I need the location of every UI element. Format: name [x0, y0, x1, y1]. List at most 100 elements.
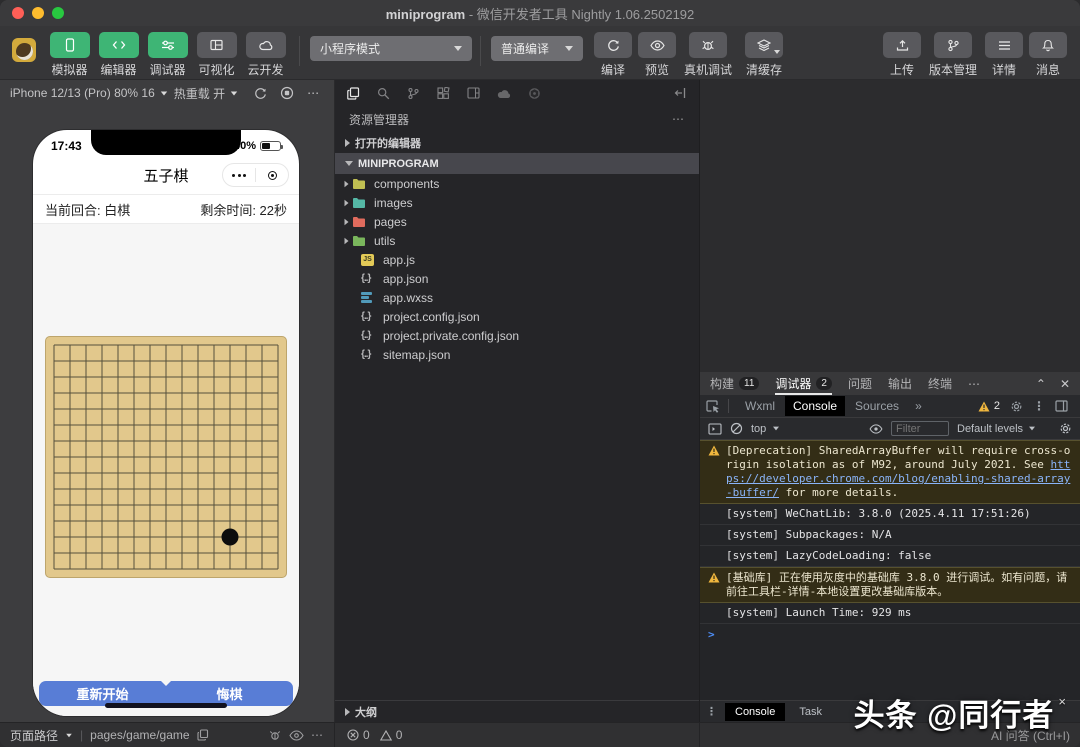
phone-stage: 17:43 40% 五子棋 当前回合: 白棋 剩余时间: 22秒 重新开始 悔棋 [0, 106, 334, 722]
tree-file-project-config[interactable]: {..} project.config.json [335, 307, 699, 326]
clear-cache-button[interactable]: 清缓存 [737, 32, 791, 78]
devtools-tab-console[interactable]: Console [785, 396, 846, 416]
simulator-more-button[interactable]: ⋯ [303, 86, 324, 100]
clear-console-icon[interactable] [730, 422, 743, 435]
tab-output[interactable]: 输出 [888, 372, 912, 395]
json-file-icon: {..} [361, 330, 371, 341]
drawer-menu-icon[interactable]: ⋮ [706, 705, 717, 718]
stop-simulator-button[interactable] [277, 86, 298, 100]
page-path-value: pages/game/game [90, 728, 190, 742]
compile-mode-dropdown[interactable]: 普通编译 [491, 36, 583, 61]
tab-build[interactable]: 构建 11 [710, 372, 760, 395]
tree-file-project-private-config[interactable]: {..} project.private.config.json [335, 326, 699, 345]
tree-folder-pages[interactable]: pages [335, 212, 699, 231]
close-miniprogram-button[interactable] [256, 170, 288, 180]
devtools-tab-sources[interactable]: Sources [847, 396, 907, 416]
messages-button[interactable]: 消息 [1026, 32, 1070, 78]
device-dropdown[interactable]: iPhone 12/13 (Pro) 80% 16 [10, 86, 168, 100]
warning-icon [708, 445, 720, 456]
devtools-settings-icon[interactable] [1010, 400, 1023, 413]
drawer-tab-console[interactable]: Console [725, 702, 786, 721]
debugger-toggle-button[interactable]: 调试器 [144, 32, 191, 78]
console-sidebar-toggle-icon[interactable] [708, 422, 722, 435]
log-levels-dropdown[interactable]: Default levels [957, 423, 1036, 435]
copy-icon[interactable] [196, 729, 209, 741]
npm-package-icon[interactable] [528, 87, 541, 100]
javascript-file-icon: JS [361, 253, 376, 266]
drawer-tab-task[interactable]: Task [789, 703, 832, 721]
console-settings-icon[interactable] [1059, 422, 1072, 435]
frame-context-dropdown[interactable]: top [751, 423, 861, 435]
tab-problems[interactable]: 问题 [848, 372, 872, 395]
tree-file-app-json[interactable]: {..} app.json [335, 269, 699, 288]
devtools-more-tabs-button[interactable]: » [909, 399, 928, 413]
simulator-toggle-button[interactable]: 模拟器 [46, 32, 93, 78]
tabs-more-button[interactable]: ⋯ [968, 377, 981, 391]
tab-terminal[interactable]: 终端 [928, 372, 952, 395]
page-path-dropdown[interactable]: 页面路径 [10, 727, 58, 744]
files-icon[interactable] [347, 86, 360, 100]
editor-toggle-button[interactable]: 编辑器 [95, 32, 142, 78]
chevron-right-icon [344, 237, 349, 244]
version-control-button[interactable]: 版本管理 [924, 32, 982, 78]
ai-qa-button[interactable]: AI 问答 (Ctrl+I) [991, 727, 1070, 744]
preview-button[interactable]: 预览 [635, 32, 679, 78]
console-filter-input[interactable] [891, 421, 949, 436]
more-menu-button[interactable] [223, 173, 255, 177]
debugger-panel: 构建11 调试器2 问题 输出 终端 ⋯ ⌃ ✕ Wxml Console [700, 372, 1080, 722]
explorer-title: 资源管理器 [349, 112, 410, 127]
stop-icon [280, 86, 294, 100]
collapse-debugger-button[interactable]: ⌃ [1036, 377, 1046, 391]
project-root-section[interactable]: MINIPROGRAM [335, 153, 699, 174]
inspect-element-icon[interactable] [706, 399, 720, 413]
outline-section[interactable]: 大纲 [335, 700, 699, 722]
editor-empty-area[interactable] [700, 80, 1080, 372]
preview-eye-icon[interactable] [289, 729, 304, 741]
tree-file-sitemap-json[interactable]: {..} sitemap.json [335, 345, 699, 364]
error-count[interactable]: 0 [347, 728, 370, 742]
restart-simulator-button[interactable] [250, 87, 271, 100]
vconsole-bug-icon[interactable] [268, 729, 282, 742]
cloud-dev-button[interactable]: 云开发 [242, 32, 289, 78]
tree-file-app-js[interactable]: JS app.js [335, 250, 699, 269]
cloud-activity-icon[interactable] [497, 88, 511, 99]
tree-folder-images[interactable]: images [335, 193, 699, 212]
devtools-menu-icon[interactable]: ⋮ [1033, 399, 1045, 413]
window-layout-icon[interactable] [467, 87, 480, 99]
console-output[interactable]: [Deprecation] SharedArrayBuffer will req… [700, 440, 1080, 700]
dock-side-icon[interactable] [1055, 400, 1068, 412]
chevron-down-icon [565, 46, 573, 51]
console-prompt[interactable]: > [700, 624, 1080, 645]
statusbar-more-icon[interactable]: ⋯ [311, 728, 324, 742]
user-avatar[interactable] [12, 38, 36, 62]
extensions-icon[interactable] [437, 86, 450, 100]
devtools-tab-wxml[interactable]: Wxml [737, 396, 783, 416]
live-expression-eye-icon[interactable] [869, 423, 883, 434]
wechat-devtools-window: miniprogram - 微信开发者工具 Nightly 1.06.25021… [0, 0, 1080, 747]
source-control-icon[interactable] [407, 87, 420, 100]
game-board-grid[interactable] [45, 336, 287, 578]
search-icon[interactable] [377, 87, 390, 100]
warnings-counter[interactable]: 2 [978, 400, 1000, 412]
tree-folder-utils[interactable]: utils [335, 231, 699, 250]
tree-folder-components[interactable]: components [335, 174, 699, 193]
compile-button[interactable]: 编译 [591, 32, 635, 78]
details-button[interactable]: 详情 [982, 32, 1026, 78]
upload-button[interactable]: 上传 [880, 32, 924, 78]
mode-dropdown[interactable]: 小程序模式 [310, 36, 472, 61]
explorer-more-button[interactable]: ⋯ [672, 112, 685, 126]
visualizer-toggle-button[interactable]: 可视化 [193, 32, 240, 78]
warning-count[interactable]: 0 [379, 728, 402, 742]
collapse-panel-icon[interactable] [674, 87, 687, 99]
warning-icon [708, 572, 720, 583]
tab-debugger[interactable]: 调试器 2 [775, 372, 832, 395]
wxss-file-icon [361, 292, 376, 304]
remote-debug-button[interactable]: 真机调试 [679, 32, 737, 78]
action-bar-notch [160, 680, 172, 686]
hot-reload-dropdown[interactable]: 热重载 开 [174, 85, 238, 102]
statusbar-ai-segment: AI 问答 (Ctrl+I) [700, 727, 1080, 744]
toolbar-divider [299, 36, 300, 66]
open-editors-section[interactable]: 打开的编辑器 [335, 132, 699, 153]
tree-file-app-wxss[interactable]: app.wxss [335, 288, 699, 307]
close-debugger-button[interactable]: ✕ [1060, 377, 1070, 391]
